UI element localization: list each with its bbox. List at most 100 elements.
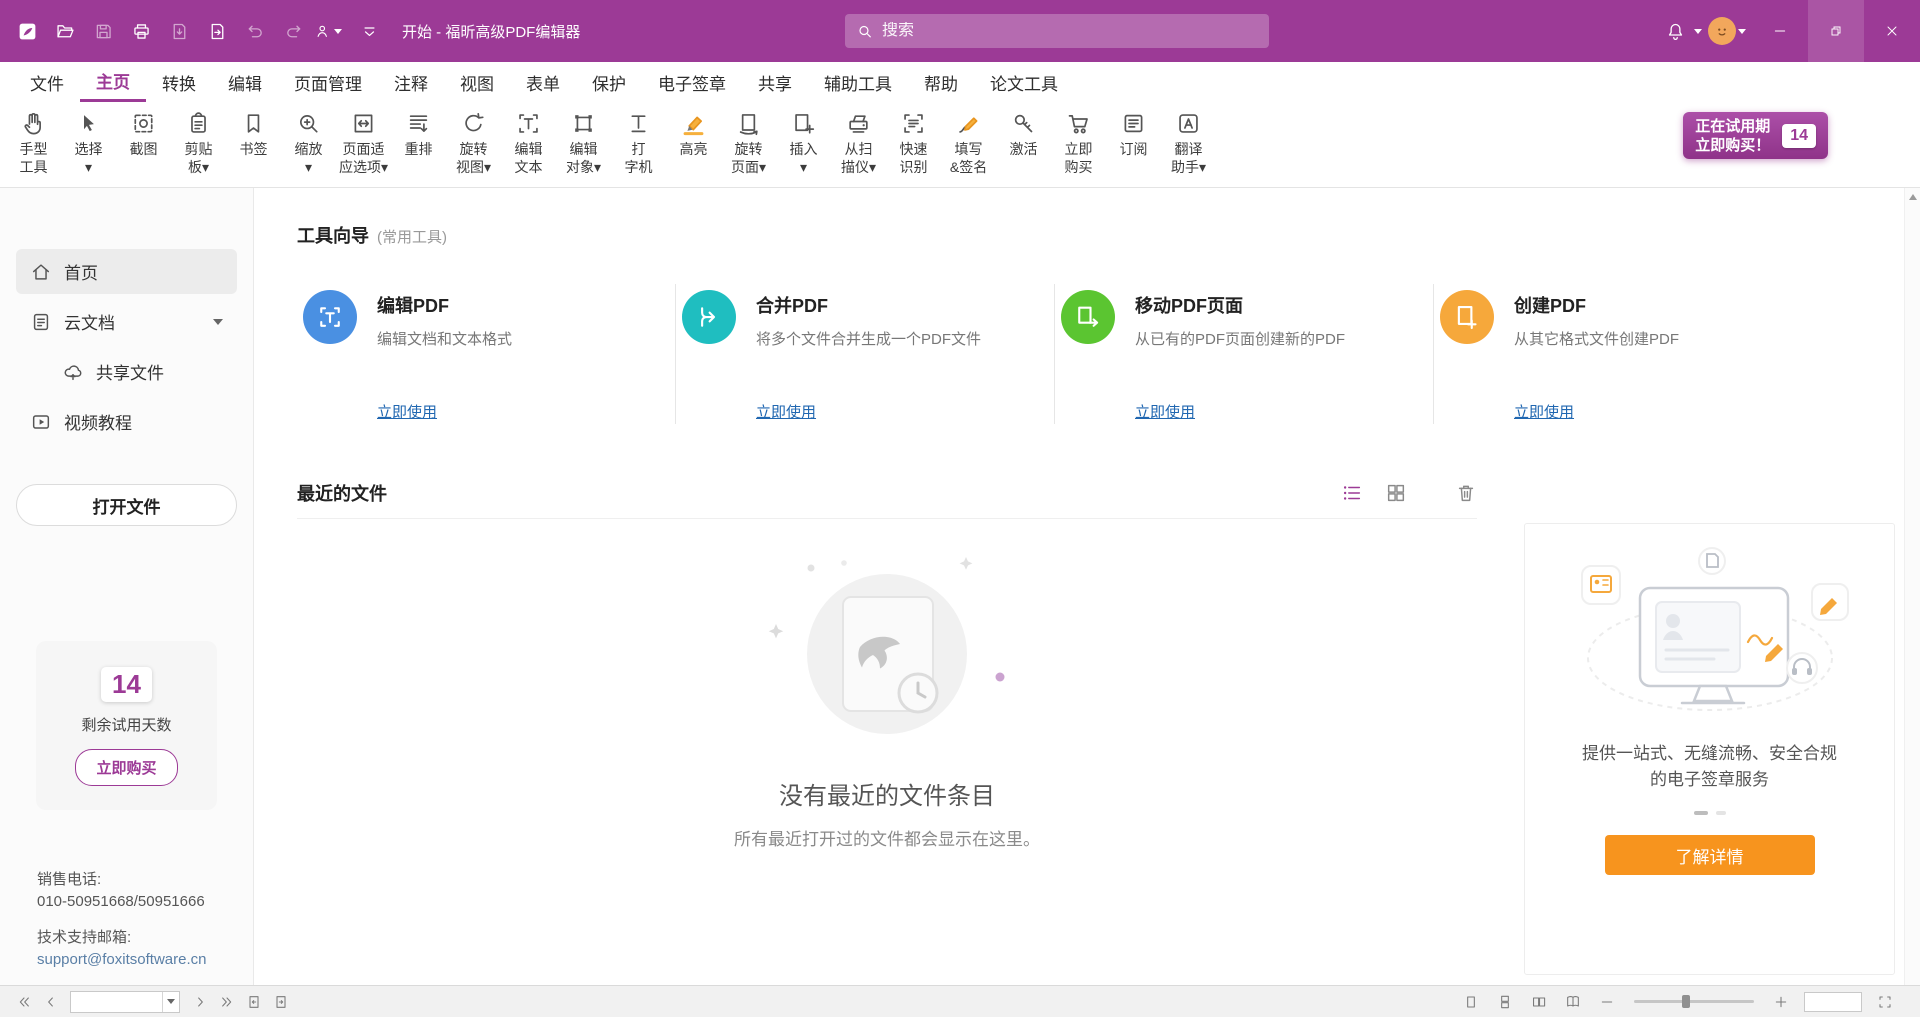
next-page-button[interactable] bbox=[186, 990, 213, 1014]
zoom-in-button[interactable] bbox=[1770, 991, 1792, 1013]
menu-file[interactable]: 文件 bbox=[14, 62, 80, 102]
first-page-button[interactable] bbox=[10, 990, 37, 1014]
ribbon-tool-typewriter[interactable]: 打 字机 bbox=[611, 106, 666, 176]
ribbon-tool-rotate-pages[interactable]: 旋转 页面▾ bbox=[721, 106, 776, 176]
zoom-percent-box[interactable] bbox=[1804, 992, 1862, 1012]
ribbon-tool-insert[interactable]: 插入 ▾ bbox=[776, 106, 831, 176]
account-caret-icon[interactable] bbox=[1738, 29, 1746, 34]
redo-button[interactable] bbox=[276, 13, 310, 49]
menu-form[interactable]: 表单 bbox=[510, 62, 576, 102]
ribbon-tool-fill-sign[interactable]: 填写 &签名 bbox=[941, 106, 996, 176]
menu-accessibility[interactable]: 辅助工具 bbox=[808, 62, 908, 102]
menu-share[interactable]: 共享 bbox=[742, 62, 808, 102]
carousel-dot[interactable] bbox=[1716, 811, 1726, 815]
user-avatar[interactable] bbox=[1708, 17, 1736, 45]
menu-convert[interactable]: 转换 bbox=[146, 62, 212, 102]
ribbon-tool-clipboard[interactable]: 剪贴 板▾ bbox=[171, 106, 226, 176]
restore-button[interactable] bbox=[1808, 0, 1864, 62]
share-file-button[interactable] bbox=[200, 13, 234, 49]
zoom-out-button[interactable] bbox=[1596, 991, 1618, 1013]
print-button[interactable] bbox=[124, 13, 158, 49]
menu-protect[interactable]: 保护 bbox=[576, 62, 642, 102]
next-view-button[interactable] bbox=[267, 990, 294, 1014]
ribbon-tool-zoom[interactable]: 缩放 ▾ bbox=[281, 106, 336, 176]
ribbon-tool-activate[interactable]: 激活 bbox=[996, 106, 1051, 158]
menu-view[interactable]: 视图 bbox=[444, 62, 510, 102]
card-create-pdf[interactable]: 创建PDF 从其它格式文件创建PDF 立即使用 bbox=[1434, 276, 1812, 424]
notifications-caret-icon[interactable] bbox=[1694, 29, 1702, 34]
fullscreen-button[interactable] bbox=[1874, 991, 1896, 1013]
single-page-view-button[interactable] bbox=[1460, 991, 1482, 1013]
ribbon-tool-from-scanner[interactable]: 从扫 描仪▾ bbox=[831, 106, 886, 176]
menu-help[interactable]: 帮助 bbox=[908, 62, 974, 102]
learn-more-button[interactable]: 了解详情 bbox=[1605, 835, 1815, 875]
use-now-link[interactable]: 立即使用 bbox=[377, 404, 437, 421]
open-file-button[interactable] bbox=[48, 13, 82, 49]
ribbon-tool-reflow[interactable]: 重排 bbox=[391, 106, 446, 158]
zoom-slider-thumb[interactable] bbox=[1682, 995, 1690, 1008]
previous-view-button[interactable] bbox=[240, 990, 267, 1014]
sidebar-item-home[interactable]: 首页 bbox=[16, 249, 237, 294]
ribbon-tool-page-fit[interactable]: 页面适 应选项▾ bbox=[336, 106, 391, 176]
page-number-input[interactable] bbox=[71, 992, 162, 1012]
search-input[interactable] bbox=[882, 22, 1257, 40]
previous-page-button[interactable] bbox=[37, 990, 64, 1014]
menu-paper-tools[interactable]: 论文工具 bbox=[974, 62, 1074, 102]
minimize-button[interactable] bbox=[1752, 0, 1808, 62]
ribbon-tool-edit-object[interactable]: 编辑 对象▾ bbox=[556, 106, 611, 176]
sidebar-item-cloud-docs[interactable]: 云文档 bbox=[16, 299, 237, 344]
continuous-view-button[interactable] bbox=[1494, 991, 1516, 1013]
search-box[interactable] bbox=[845, 14, 1269, 48]
last-page-button[interactable] bbox=[213, 990, 240, 1014]
grid-view-icon[interactable] bbox=[1385, 482, 1407, 504]
menu-comment[interactable]: 注释 bbox=[378, 62, 444, 102]
ribbon-tool-edit-text[interactable]: 编辑 文本 bbox=[501, 106, 556, 176]
use-now-link[interactable]: 立即使用 bbox=[1135, 404, 1195, 421]
support-email-link[interactable]: support@foxitsoftware.cn bbox=[37, 949, 206, 971]
menu-home[interactable]: 主页 bbox=[80, 62, 146, 102]
facing-view-button[interactable] bbox=[1528, 991, 1550, 1013]
card-move-pdf-pages[interactable]: 移动PDF页面 从已有的PDF页面创建新的PDF 立即使用 bbox=[1055, 276, 1433, 424]
buy-now-pill-button[interactable]: 立即购买 bbox=[75, 749, 177, 786]
toolbar-options-button[interactable] bbox=[352, 13, 386, 49]
book-view-button[interactable] bbox=[1562, 991, 1584, 1013]
ribbon-tool-quick-ocr[interactable]: 快速 识别 bbox=[886, 106, 941, 176]
page-dropdown-button[interactable] bbox=[162, 992, 179, 1012]
menu-organize[interactable]: 页面管理 bbox=[278, 62, 378, 102]
close-button[interactable] bbox=[1864, 0, 1920, 62]
use-now-link[interactable]: 立即使用 bbox=[1514, 404, 1574, 421]
use-now-link[interactable]: 立即使用 bbox=[756, 404, 816, 421]
expand-caret-icon[interactable] bbox=[213, 319, 223, 325]
ribbon-tool-buy-now[interactable]: 立即 购买 bbox=[1051, 106, 1106, 176]
sidebar-item-shared-files[interactable]: 共享文件 bbox=[16, 349, 237, 394]
page-number-box[interactable] bbox=[70, 991, 180, 1013]
save-button[interactable] bbox=[86, 13, 120, 49]
quick-sign-button[interactable] bbox=[314, 13, 348, 49]
ribbon-tool-subscribe[interactable]: 订阅 bbox=[1106, 106, 1161, 158]
trash-icon[interactable] bbox=[1455, 482, 1477, 504]
scrollbar-up-arrow-icon[interactable] bbox=[1905, 188, 1920, 206]
ribbon-tool-hand-tool[interactable]: 手型 工具 bbox=[6, 106, 61, 176]
list-view-icon[interactable] bbox=[1341, 482, 1363, 504]
card-edit-pdf[interactable]: 编辑PDF 编辑文档和文本格式 立即使用 bbox=[297, 276, 675, 424]
export-button[interactable] bbox=[162, 13, 196, 49]
ribbon-tool-bookmark[interactable]: 书签 bbox=[226, 106, 281, 158]
zoom-percent-input[interactable] bbox=[1805, 993, 1861, 1011]
menu-edit[interactable]: 编辑 bbox=[212, 62, 278, 102]
carousel-dot-active[interactable] bbox=[1694, 811, 1708, 815]
notifications-button[interactable] bbox=[1658, 13, 1692, 49]
ribbon-tool-highlight[interactable]: 高亮 bbox=[666, 106, 721, 158]
zoom-slider[interactable] bbox=[1634, 1000, 1754, 1003]
card-merge-pdf[interactable]: 合并PDF 将多个文件合并生成一个PDF文件 立即使用 bbox=[676, 276, 1054, 424]
sidebar-item-video-tutorials[interactable]: 视频教程 bbox=[16, 399, 237, 444]
ribbon-tool-rotate-view[interactable]: 旋转 视图▾ bbox=[446, 106, 501, 176]
ribbon-tool-select[interactable]: 选择 ▾ bbox=[61, 106, 116, 176]
open-file-sidebar-button[interactable]: 打开文件 bbox=[16, 484, 237, 526]
undo-button[interactable] bbox=[238, 13, 272, 49]
ribbon-tool-translate[interactable]: 翻译 助手▾ bbox=[1161, 106, 1216, 176]
content-scrollbar[interactable] bbox=[1904, 188, 1920, 985]
ribbon-tool-snapshot[interactable]: 截图 bbox=[116, 106, 171, 158]
trial-banner[interactable]: 正在试用期 立即购买！ 14 bbox=[1683, 112, 1828, 159]
menu-esign[interactable]: 电子签章 bbox=[642, 62, 742, 102]
share-doc-icon bbox=[207, 21, 228, 42]
